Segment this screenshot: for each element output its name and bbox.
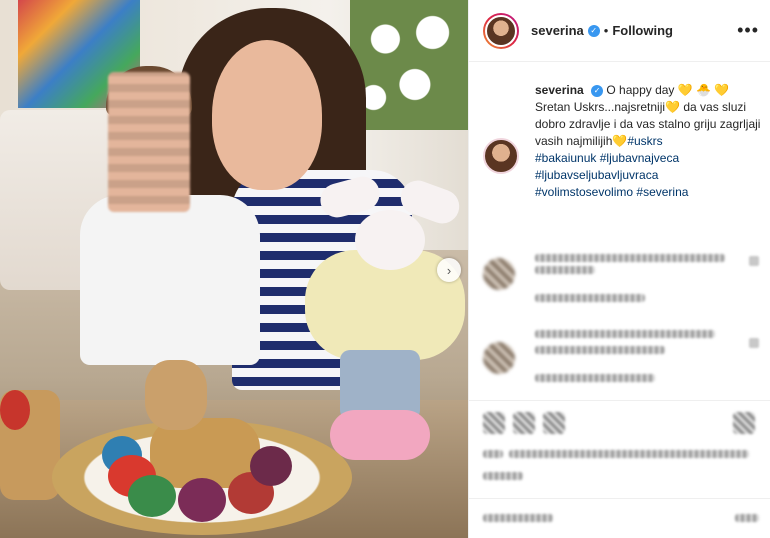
caption-text: severina ✓ O happy day 💛 🐣 💛 Sretan Uskr… — [535, 82, 761, 201]
comment-text-blurred — [535, 330, 715, 338]
timestamp-blurred — [483, 470, 763, 484]
photo-bunny-head — [355, 210, 425, 270]
add-comment-placeholder-blurred — [483, 514, 553, 522]
separator-dot: • — [603, 23, 609, 38]
comment-meta-blurred — [535, 294, 645, 302]
divider — [469, 400, 770, 401]
caption-line1: O happy day — [606, 83, 675, 97]
photo-bunny-feet — [330, 410, 430, 460]
caption-emoji: 💛 — [665, 100, 680, 114]
caption-avatar[interactable] — [483, 138, 519, 174]
following-button[interactable]: Following — [612, 23, 673, 38]
caption-emoji: 💛 🐣 💛 — [677, 83, 730, 97]
avatar-image — [485, 14, 517, 47]
photo-boy-shirt — [80, 195, 260, 365]
post-button-blurred[interactable] — [735, 514, 759, 522]
like-icon[interactable] — [749, 338, 759, 348]
hashtag-link[interactable]: #volimstosevolimo — [535, 185, 633, 199]
hashtag-link[interactable]: #bakaiunuk — [535, 151, 596, 165]
hashtag-link[interactable]: #severina — [636, 185, 688, 199]
post-header: severina ✓ • Following ••• — [469, 0, 770, 62]
likes-text-blurred — [509, 450, 749, 458]
action-bar — [483, 408, 757, 438]
post-side-panel: severina ✓ • Following ••• severina ✓ O … — [468, 0, 770, 538]
save-icon[interactable] — [733, 412, 755, 434]
photo-straw-chick — [145, 360, 207, 430]
comment-text-blurred — [535, 266, 595, 274]
comment-avatar[interactable] — [483, 258, 515, 290]
photo-boy-pixelated-face — [108, 72, 190, 212]
hashtag-link[interactable]: #ljubavnajveca — [600, 151, 679, 165]
likes-avatars-blurred — [483, 450, 503, 458]
caption: severina ✓ O happy day 💛 🐣 💛 Sretan Uskr… — [483, 78, 763, 199]
like-icon[interactable] — [749, 256, 759, 266]
divider — [469, 498, 770, 499]
photo-easter-egg — [128, 475, 176, 517]
comment-avatar[interactable] — [483, 342, 515, 374]
likes-blurred — [483, 446, 763, 466]
comment-icon[interactable] — [513, 412, 535, 434]
share-icon[interactable] — [543, 412, 565, 434]
verified-icon: ✓ — [591, 84, 604, 97]
verified-icon: ✓ — [587, 24, 600, 37]
photo-easter-egg — [250, 446, 292, 486]
hashtag-link[interactable]: #uskrs — [627, 134, 662, 148]
more-icon[interactable]: ••• — [737, 20, 759, 41]
caption-emoji: 💛 — [612, 134, 628, 148]
hashtag-link[interactable]: #ljubavseljubavljuvraca — [535, 168, 658, 182]
comment-blurred — [483, 326, 763, 396]
comment-text-blurred — [535, 254, 725, 262]
photo-left-egg — [0, 390, 30, 430]
caption-line2a: Sretan Uskrs...najsretniji — [535, 100, 666, 114]
add-comment-blurred[interactable] — [483, 510, 763, 526]
timestamp-text-blurred — [483, 472, 523, 480]
comment-blurred — [483, 250, 763, 310]
caption-username[interactable]: severina — [535, 83, 584, 97]
photo-easter-egg — [178, 478, 226, 522]
username-link[interactable]: severina — [531, 23, 584, 38]
photo-woman-face — [212, 40, 322, 190]
avatar[interactable] — [483, 12, 519, 49]
comment-text-blurred — [535, 346, 665, 354]
next-arrow-icon[interactable]: › — [437, 258, 461, 282]
like-icon[interactable] — [483, 412, 505, 434]
comment-meta-blurred — [535, 374, 655, 382]
photo-flowers — [350, 0, 468, 130]
post-photo[interactable]: › — [0, 0, 468, 538]
